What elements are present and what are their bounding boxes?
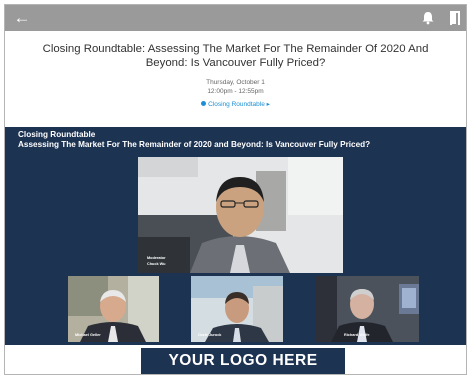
panelist-video[interactable]: Ozzie Jurock	[191, 276, 283, 342]
panelist-video[interactable]: Michael Geller	[68, 276, 159, 342]
bell-icon[interactable]	[419, 9, 437, 27]
session-date: Thursday, October 1	[206, 79, 265, 86]
panelist-name: Michael Geller	[75, 333, 101, 337]
moderator-video[interactable]: Moderator Chuck Wu	[138, 157, 343, 273]
footer: YOUR LOGO HERE	[5, 345, 466, 374]
session-header: Closing Roundtable: Assessing The Market…	[5, 31, 466, 127]
moderator-video-frame	[138, 157, 343, 273]
track-label: Closing Roundtable	[208, 101, 265, 108]
back-arrow-icon[interactable]: ←	[12, 8, 32, 28]
panelist-name: Richard Wolfe	[344, 333, 370, 337]
panelist-video[interactable]: Richard Wolfe	[315, 276, 419, 342]
session-title: Closing Roundtable: Assessing The Market…	[42, 43, 429, 69]
session-time: 12:00pm - 12:55pm	[207, 88, 264, 95]
stage-heading: Closing Roundtable	[18, 130, 96, 139]
moderator-name: Chuck Wu	[147, 262, 166, 266]
exit-door-icon[interactable]	[446, 9, 464, 27]
top-bar: ←	[5, 5, 466, 31]
panelist-name: Ozzie Jurock	[198, 333, 222, 337]
track-link[interactable]: Closing Roundtable ▸	[5, 100, 466, 109]
sponsor-logo[interactable]: YOUR LOGO HERE	[141, 348, 345, 374]
video-stage[interactable]: Closing Roundtable Assessing The Market …	[5, 127, 466, 345]
app-frame: ← Closing Roundtable: Assessing The Mark…	[4, 4, 467, 375]
moderator-role: Moderator	[147, 256, 166, 260]
stage-subheading: Assessing The Market For The Remainder o…	[18, 140, 371, 149]
track-dot-icon	[201, 101, 207, 106]
